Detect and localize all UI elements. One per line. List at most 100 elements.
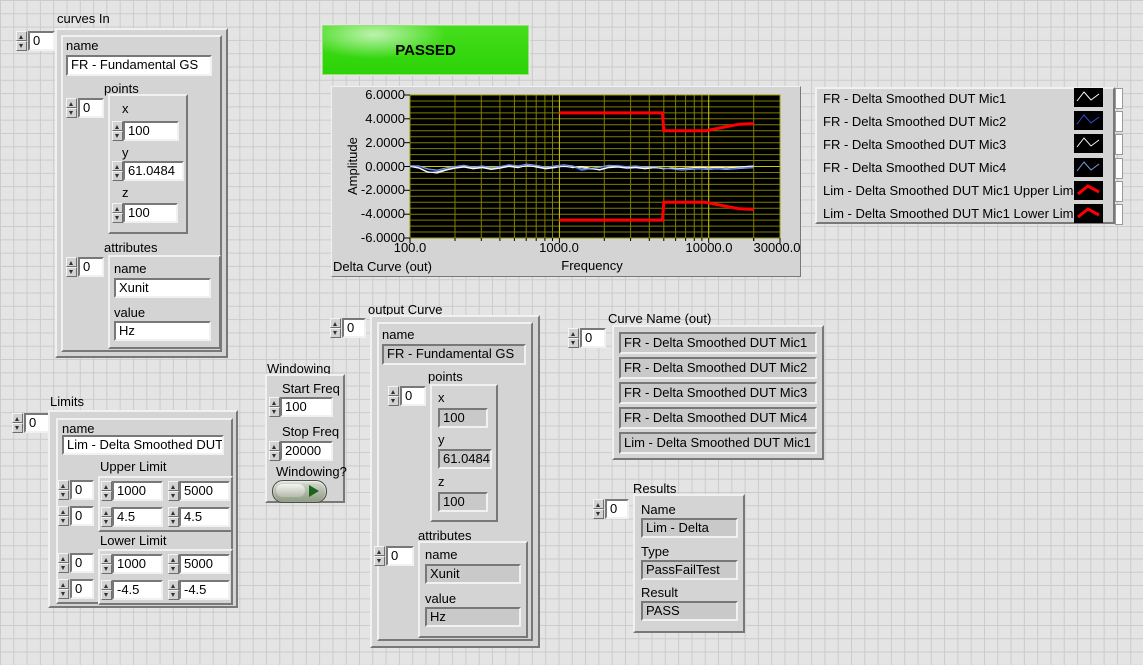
curves-in-y-field[interactable]: 61.0484: [123, 161, 184, 181]
upper-limit-cell-11[interactable]: 4.5: [179, 507, 230, 527]
curves-in-name-field[interactable]: FR - Fundamental GS: [66, 55, 212, 76]
limits-index-spinner[interactable]: [12, 413, 23, 433]
legend-sample-line: [1077, 92, 1099, 101]
limits-label: Limits: [50, 394, 84, 409]
legend-sample-mic4[interactable]: [1074, 158, 1103, 177]
curve-name-out-index-spinner[interactable]: [568, 328, 579, 348]
output-curve-index-field[interactable]: 0: [342, 318, 366, 338]
lower-limit-cell-11[interactable]: -4.5: [179, 580, 230, 600]
output-curve-index-spinner[interactable]: [330, 318, 341, 338]
legend-label-mic1: FR - Delta Smoothed DUT Mic1: [823, 91, 1006, 106]
curves-in-name-label: name: [66, 38, 99, 53]
lower-limit-row-index-field[interactable]: 0: [70, 553, 94, 573]
results-index-spinner[interactable]: [593, 499, 604, 519]
lower-limit-cell-01[interactable]: 5000: [179, 554, 230, 574]
results-name-label: Name: [641, 502, 676, 517]
legend-sample-line: [1077, 115, 1099, 124]
upper-limit-col-index-spinner[interactable]: [58, 506, 69, 526]
legend-sample-line: [1078, 209, 1099, 217]
output-curve-points-label: points: [428, 369, 463, 384]
limits-name-field[interactable]: Lim - Delta Smoothed DUT: [62, 435, 224, 455]
upper-limit-cell-10-spinner[interactable]: [101, 507, 112, 527]
lower-limit-cell-11-spinner[interactable]: [168, 580, 179, 600]
curves-in-y-label: y: [122, 145, 129, 160]
x-tick-1000: 1000.0: [524, 241, 594, 255]
curves-in-index-spinner[interactable]: [16, 31, 27, 51]
upper-limit-col-index-field[interactable]: 0: [70, 506, 94, 526]
curves-in-x-field[interactable]: 100: [123, 121, 179, 141]
legend-sample-mic1[interactable]: [1074, 88, 1103, 107]
start-freq-spinner[interactable]: [269, 397, 280, 417]
curve-name-out-label: Curve Name (out): [608, 311, 711, 326]
curve-name-item: FR - Delta Smoothed DUT Mic3: [619, 382, 817, 404]
legend-label-mic2: FR - Delta Smoothed DUT Mic2: [823, 114, 1006, 129]
upper-limit-cell-10[interactable]: 4.5: [112, 507, 163, 527]
curves-in-z-spinner[interactable]: [112, 203, 123, 223]
lower-limit-row-index-spinner[interactable]: [58, 553, 69, 573]
legend-scroll-strip: [1115, 158, 1123, 179]
graph-title: Delta Curve (out): [333, 259, 432, 274]
legend-label-mic3: FR - Delta Smoothed DUT Mic3: [823, 137, 1006, 152]
legend-sample-mic3[interactable]: [1074, 134, 1103, 153]
output-curve-attr-value-field: Hz: [425, 607, 521, 627]
lower-limit-col-index-field[interactable]: 0: [70, 579, 94, 599]
upper-limit-cell-00-spinner[interactable]: [101, 481, 112, 501]
upper-limit-row-index-field[interactable]: 0: [70, 480, 94, 500]
curves-in-attr-value-field[interactable]: Hz: [114, 321, 211, 341]
curves-in-z-field[interactable]: 100: [123, 203, 178, 223]
curves-in-attributes-label: attributes: [104, 240, 157, 255]
curves-in-z-label: z: [122, 185, 129, 200]
lower-limit-cell-00[interactable]: 1000: [112, 554, 163, 574]
y-tick-n4: -4.0000: [351, 207, 405, 221]
upper-limit-cell-00[interactable]: 1000: [112, 481, 163, 501]
curve-name-out-index-field[interactable]: 0: [580, 328, 606, 348]
x-axis-title: Frequency: [542, 259, 642, 273]
curves-in-label: curves In: [57, 11, 110, 26]
curves-in-attributes-index-field[interactable]: 0: [78, 257, 104, 277]
legend-sample-upper-limit[interactable]: [1074, 181, 1103, 200]
legend-label-mic4: FR - Delta Smoothed DUT Mic4: [823, 160, 1006, 175]
lower-limit-cell-01-spinner[interactable]: [168, 554, 179, 574]
output-curve-attributes-index-field[interactable]: 0: [386, 546, 414, 566]
legend-sample-mic2[interactable]: [1074, 111, 1103, 130]
curves-in-x-spinner[interactable]: [112, 121, 123, 141]
lower-limit-col-index-spinner[interactable]: [58, 579, 69, 599]
upper-limit-cell-01-spinner[interactable]: [168, 481, 179, 501]
curves-in-y-spinner[interactable]: [112, 161, 123, 181]
curve-name-item: FR - Delta Smoothed DUT Mic4: [619, 407, 817, 429]
legend-scroll-strip: [1115, 181, 1123, 202]
output-curve-x-label: x: [438, 390, 445, 405]
lower-limit-cell-00-spinner[interactable]: [101, 554, 112, 574]
curves-in-points-index-spinner[interactable]: [66, 98, 77, 118]
results-result-field: PASS: [641, 601, 738, 621]
curves-in-attributes-index-spinner[interactable]: [66, 257, 77, 277]
output-curve-attributes-index-spinner[interactable]: [374, 546, 385, 566]
windowing-toggle-button[interactable]: [272, 480, 327, 503]
curves-in-attr-name-field[interactable]: Xunit: [114, 278, 211, 298]
results-index-field[interactable]: 0: [605, 499, 629, 519]
output-curve-points-index-field[interactable]: 0: [400, 386, 426, 406]
legend-sample-line: [1077, 162, 1099, 171]
lower-limit-cell-10[interactable]: -4.5: [112, 580, 163, 600]
stop-freq-field[interactable]: 20000: [280, 441, 333, 461]
output-curve-name-field: FR - Fundamental GS: [382, 344, 526, 365]
stop-freq-spinner[interactable]: [269, 441, 280, 461]
plot-area: [404, 89, 786, 255]
upper-limit-cell-01[interactable]: 5000: [179, 481, 230, 501]
curves-in-points-index-field[interactable]: 0: [78, 98, 104, 118]
legend-sample-lower-limit[interactable]: [1074, 204, 1103, 223]
legend-label-upper-limit: Lim - Delta Smoothed DUT Mic1 Upper Limi…: [823, 183, 1080, 198]
output-curve-name-label: name: [382, 327, 415, 342]
upper-limit-row-index-spinner[interactable]: [58, 480, 69, 500]
plot-legend-panel: [815, 87, 1115, 224]
results-name-field: Lim - Delta: [641, 518, 738, 538]
curve-name-item: FR - Delta Smoothed DUT Mic1: [619, 332, 817, 354]
lower-limit-cell-10-spinner[interactable]: [101, 580, 112, 600]
limits-name-label: name: [62, 421, 95, 436]
x-tick-10000: 10000.0: [674, 241, 744, 255]
curves-in-index-field[interactable]: 0: [28, 31, 55, 51]
legend-scroll-strip: [1115, 111, 1123, 132]
start-freq-field[interactable]: 100: [280, 397, 333, 417]
upper-limit-cell-11-spinner[interactable]: [168, 507, 179, 527]
output-curve-points-index-spinner[interactable]: [388, 386, 399, 406]
